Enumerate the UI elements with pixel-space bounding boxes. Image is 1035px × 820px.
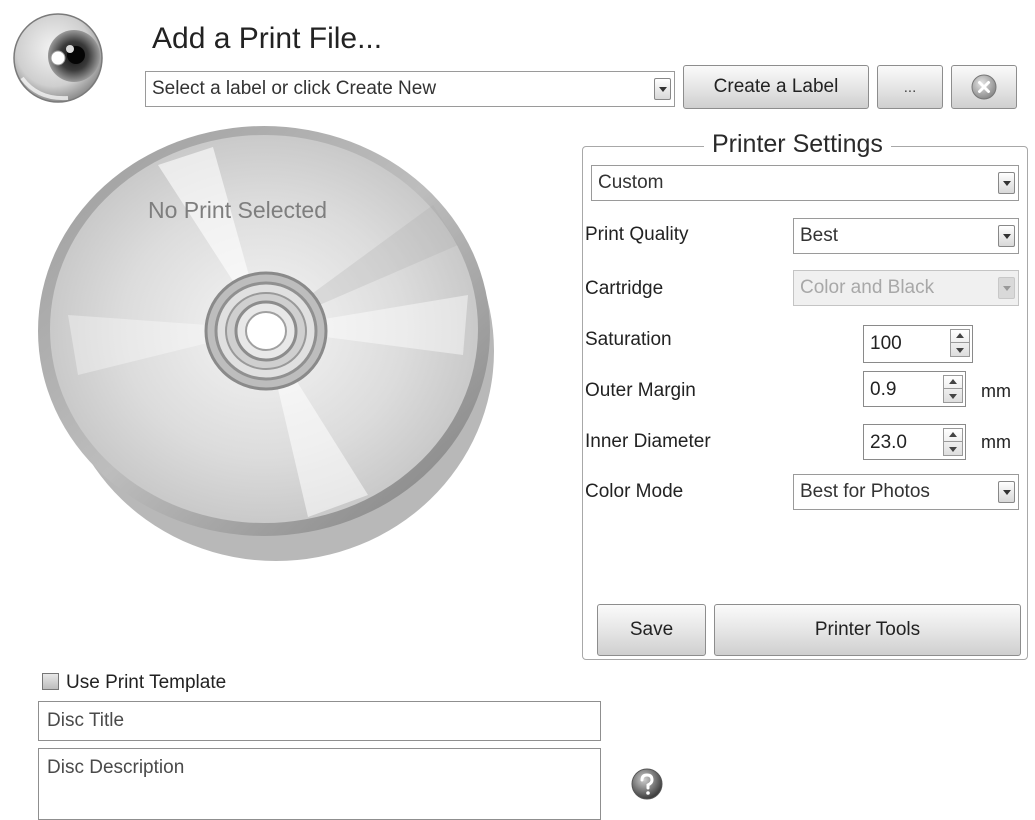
saturation-value: 100: [870, 333, 902, 354]
preview-status-text: No Print Selected: [148, 197, 327, 223]
outer-margin-unit: mm: [981, 381, 1011, 401]
save-button[interactable]: Save: [597, 604, 706, 656]
print-quality-value: Best: [800, 225, 839, 246]
disc-title-input[interactable]: Disc Title: [38, 701, 601, 741]
inner-diameter-value: 23.0: [870, 432, 907, 453]
color-mode-label: Color Mode: [585, 481, 684, 502]
create-label-button[interactable]: Create a Label: [683, 65, 869, 109]
help-button[interactable]: [629, 766, 665, 802]
chevron-down-icon: [998, 277, 1015, 299]
label-select-value: Select a label or click Create New: [152, 78, 437, 99]
app-disc-icon: [8, 8, 108, 108]
spinner-arrows-icon[interactable]: [950, 329, 970, 357]
printer-profile-value: Custom: [598, 172, 664, 193]
chevron-down-icon[interactable]: [998, 481, 1015, 503]
cartridge-select: Color and Black: [793, 270, 1019, 306]
printer-profile-select[interactable]: Custom: [591, 165, 1019, 201]
outer-margin-label: Outer Margin: [585, 380, 696, 401]
page-title: Add a Print File...: [152, 22, 383, 55]
saturation-label: Saturation: [585, 329, 672, 350]
print-quality-select[interactable]: Best: [793, 218, 1019, 254]
disc-title-placeholder: Disc Title: [47, 710, 125, 731]
inner-diameter-label: Inner Diameter: [585, 431, 711, 452]
close-icon: [971, 74, 997, 100]
spinner-arrows-icon[interactable]: [943, 428, 963, 456]
disc-preview: [38, 125, 508, 565]
printer-settings-title: Printer Settings: [704, 130, 891, 159]
use-template-checkbox[interactable]: [42, 673, 59, 690]
printer-tools-button[interactable]: Printer Tools: [714, 604, 1021, 656]
print-quality-label: Print Quality: [585, 224, 689, 245]
outer-margin-value: 0.9: [870, 379, 897, 400]
disc-description-placeholder: Disc Description: [47, 757, 185, 778]
chevron-down-icon[interactable]: [998, 172, 1015, 194]
spinner-arrows-icon[interactable]: [943, 375, 963, 403]
use-template-label: Use Print Template: [66, 672, 227, 693]
disc-description-input[interactable]: Disc Description: [38, 748, 601, 820]
label-select[interactable]: Select a label or click Create New: [145, 71, 675, 107]
cartridge-label: Cartridge: [585, 278, 664, 299]
saturation-stepper[interactable]: 100: [863, 325, 973, 363]
close-button[interactable]: [951, 65, 1017, 109]
color-mode-value: Best for Photos: [800, 481, 930, 502]
more-options-button[interactable]: ...: [877, 65, 943, 109]
help-icon: [631, 768, 663, 800]
inner-diameter-stepper[interactable]: 23.0: [863, 424, 966, 460]
cartridge-value: Color and Black: [800, 277, 935, 298]
color-mode-select[interactable]: Best for Photos: [793, 474, 1019, 510]
inner-diameter-unit: mm: [981, 432, 1011, 452]
chevron-down-icon[interactable]: [654, 78, 671, 100]
outer-margin-stepper[interactable]: 0.9: [863, 371, 966, 407]
chevron-down-icon[interactable]: [998, 225, 1015, 247]
